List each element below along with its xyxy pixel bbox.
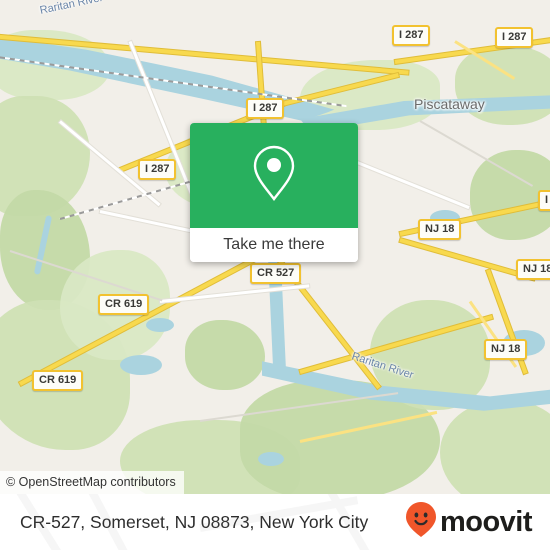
map-shield-cr527[interactable]: CR 527 [250, 263, 302, 284]
map-shield-nj18[interactable]: NJ 18 [516, 259, 550, 280]
map-water-pond [258, 452, 284, 466]
moovit-logo[interactable]: moovit [405, 501, 533, 543]
footer-bar: CR-527, Somerset, NJ 08873, New York Cit… [0, 494, 550, 550]
popup-card[interactable]: Take me there [190, 123, 358, 262]
moovit-smile-pin-icon [405, 501, 437, 543]
map-shield-cr619[interactable]: CR 619 [32, 370, 84, 391]
map-place-label-piscataway: Piscataway [414, 96, 485, 112]
map-water-pond [146, 318, 174, 332]
popup-card-action[interactable]: Take me there [190, 228, 358, 262]
map-water-pond [120, 355, 162, 375]
map-water-label-raritan-river: Raritan River [38, 0, 105, 17]
map-landuse-area [185, 320, 265, 390]
app-screen: Piscataway Raritan River Raritan River I… [0, 0, 550, 550]
location-address: CR-527, Somerset, NJ 08873, New York Cit… [20, 512, 369, 532]
map-shield-cr619[interactable]: CR 619 [98, 294, 150, 315]
map-shield-nj18[interactable]: NJ 18 [484, 339, 528, 360]
map-shield-nj18[interactable]: NJ 18 [418, 219, 462, 240]
take-me-there-label: Take me there [223, 236, 325, 253]
map-landuse-area [455, 45, 550, 125]
map-shield-i287[interactable]: I 287 [392, 25, 431, 46]
map-road-minor [159, 284, 310, 303]
map-shield-i287[interactable]: I 287 [138, 159, 177, 180]
map-shield-i287[interactable]: I 287 [538, 190, 550, 211]
map-pin-icon [251, 144, 297, 207]
map-shield-i287[interactable]: I 287 [246, 98, 285, 119]
map-attribution[interactable]: © OpenStreetMap contributors [0, 471, 184, 494]
moovit-wordmark: moovit [439, 505, 533, 538]
popup-card-header [190, 123, 358, 228]
map-shield-i287[interactable]: I 287 [495, 27, 534, 48]
map-road-nj18 [399, 238, 536, 281]
map-landuse-area [440, 400, 550, 494]
